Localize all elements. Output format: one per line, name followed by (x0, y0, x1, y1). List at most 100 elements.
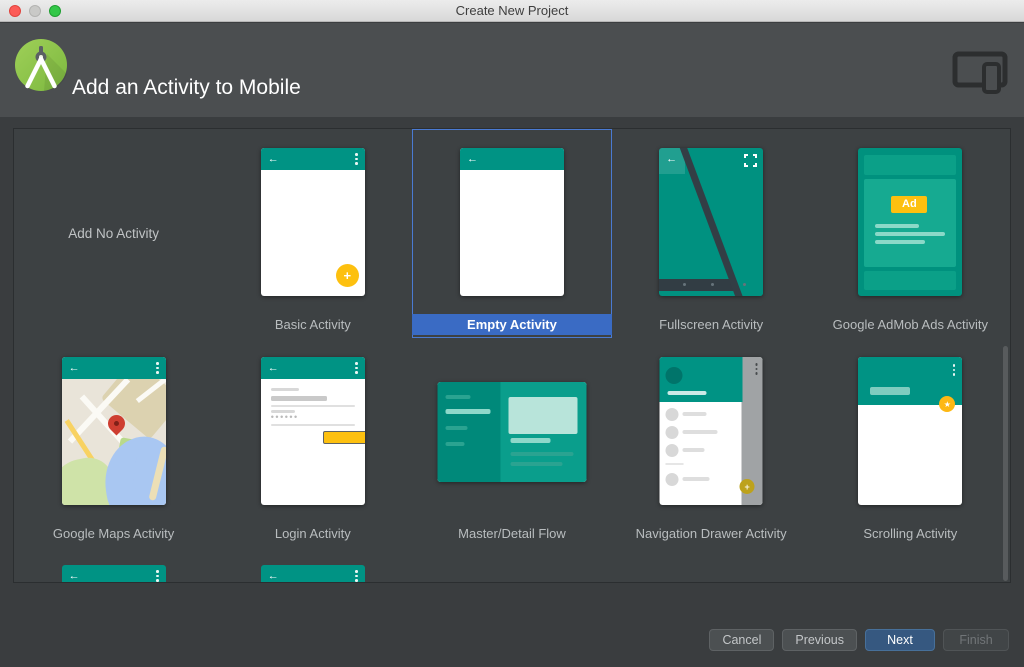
card-label: Master/Detail Flow (412, 523, 611, 544)
card-label: Scrolling Activity (811, 523, 1010, 544)
overflow-menu-icon (355, 362, 358, 374)
login-activity-preview: ← •••••• (261, 357, 365, 505)
card-label-selected: Empty Activity (412, 314, 611, 335)
next-button[interactable]: Next (865, 629, 935, 651)
mobile-form-factor-icon (952, 51, 1010, 95)
card-label: Basic Activity (213, 314, 412, 335)
back-arrow-icon: ← (666, 154, 677, 165)
activity-card-google-admob-ads-activity[interactable]: Ad Google AdMob Ads Activity (811, 129, 1010, 338)
overflow-menu-icon (156, 362, 159, 374)
window-title: Create New Project (0, 0, 1024, 22)
back-arrow-icon: ← (467, 154, 478, 165)
empty-activity-preview: ← (460, 148, 564, 296)
fullscreen-icon (744, 154, 757, 167)
drawer-header-line (668, 391, 707, 395)
activity-card-navigation-drawer-activity[interactable]: + Navigation Drawer Activity (612, 338, 811, 547)
activity-card-login-activity[interactable]: ← •••••• Login Activity (213, 338, 412, 547)
preview-app-bar: ← (62, 357, 166, 379)
preview-top-strip (864, 155, 956, 175)
overflow-menu-icon (953, 364, 956, 376)
activity-card-scrolling-activity[interactable]: ★ Scrolling Activity (811, 338, 1010, 547)
create-new-project-dialog: Create New Project Add an Activity to Mo… (0, 0, 1024, 667)
drawer-header (660, 357, 743, 402)
maps-activity-preview: ← (62, 357, 166, 505)
text-line (875, 224, 919, 228)
cancel-button[interactable]: Cancel (709, 629, 774, 651)
card-label: Google AdMob Ads Activity (811, 314, 1010, 335)
fab-star-icon: ★ (939, 396, 955, 412)
ad-badge: Ad (891, 196, 927, 213)
drawer-item-icon (666, 426, 679, 439)
back-arrow-icon: ← (268, 154, 279, 165)
detail-line (510, 462, 562, 466)
fab-plus-icon: + (740, 479, 755, 494)
map-preview (62, 379, 166, 505)
toolbar-title-line (870, 387, 910, 395)
activity-card-partial-1[interactable]: ← (14, 547, 213, 583)
drawer-divider (666, 463, 684, 465)
drawer-item-icon (666, 473, 679, 486)
fullscreen-activity-preview: ← (659, 148, 763, 296)
admob-activity-preview: Ad (858, 148, 962, 296)
finish-button-disabled: Finish (943, 629, 1009, 651)
drawer-item-line (683, 430, 718, 434)
nav-dot (743, 283, 746, 286)
field-value (271, 396, 327, 401)
basic-activity-preview: ← + (261, 148, 365, 296)
back-arrow-icon: ← (69, 571, 80, 582)
drawer-item-line (683, 477, 710, 481)
card-label: Fullscreen Activity (612, 314, 811, 335)
nav-dot (683, 283, 686, 286)
activity-card-fullscreen-activity[interactable]: ← Fullscreen Activity (612, 129, 811, 338)
drawer-item-icon (666, 444, 679, 457)
avatar (666, 367, 683, 384)
list-line-selected (445, 409, 490, 414)
page-title: Add an Activity to Mobile (72, 76, 301, 100)
nav-drawer-preview: + (660, 357, 763, 505)
activity-card-master-detail-flow[interactable]: Master/Detail Flow (412, 338, 611, 547)
gallery-row-2: ← (14, 338, 1010, 547)
master-detail-preview (437, 382, 586, 482)
diagonal-stripe (678, 148, 746, 296)
card-label: Google Maps Activity (14, 523, 213, 544)
activity-gallery-panel: Add No Activity ← + Basic Activity ← (13, 128, 1011, 583)
overflow-menu-icon (355, 153, 358, 165)
gallery-row-1: Add No Activity ← + Basic Activity ← (14, 129, 1010, 338)
drawer-item-icon (666, 408, 679, 421)
wizard-footer: Cancel Previous Next Finish (709, 629, 1009, 651)
nav-dot (711, 283, 714, 286)
card-label: Login Activity (213, 523, 412, 544)
activity-card-add-no-activity[interactable]: Add No Activity (14, 129, 213, 338)
detail-image-placeholder (508, 397, 577, 434)
card-label: Add No Activity (14, 226, 213, 241)
partial-card-preview: ← (261, 565, 365, 583)
overflow-menu-icon (156, 570, 159, 582)
drawer-item-line (683, 448, 705, 452)
partial-card-preview: ← (62, 565, 166, 583)
activity-card-google-maps-activity[interactable]: ← (14, 338, 213, 547)
preview-app-bar: ← (261, 357, 365, 379)
field-underline (271, 424, 355, 426)
detail-line (510, 452, 573, 456)
list-line (445, 395, 470, 399)
android-studio-logo-icon (14, 38, 68, 92)
preview-app-bar: ← (460, 148, 564, 170)
field-label (271, 388, 299, 391)
previous-button[interactable]: Previous (782, 629, 857, 651)
password-dots: •••••• (271, 412, 299, 422)
overflow-menu-icon (355, 570, 358, 582)
back-arrow-icon: ← (69, 363, 80, 374)
wizard-header: Add an Activity to Mobile (0, 22, 1024, 117)
detail-line (510, 438, 550, 443)
activity-card-empty-activity[interactable]: ← Empty Activity (412, 129, 611, 338)
scrollbar-thumb[interactable] (1003, 346, 1008, 581)
field-underline (271, 405, 355, 407)
preview-bottom-strip (864, 271, 956, 290)
activity-card-partial-2[interactable]: ← (213, 547, 412, 583)
text-line (875, 232, 945, 236)
overflow-menu-icon (755, 363, 758, 375)
drawer-item-line (683, 412, 707, 416)
fab-plus-icon: + (336, 264, 359, 287)
scrolling-activity-preview: ★ (858, 357, 962, 505)
activity-card-basic-activity[interactable]: ← + Basic Activity (213, 129, 412, 338)
